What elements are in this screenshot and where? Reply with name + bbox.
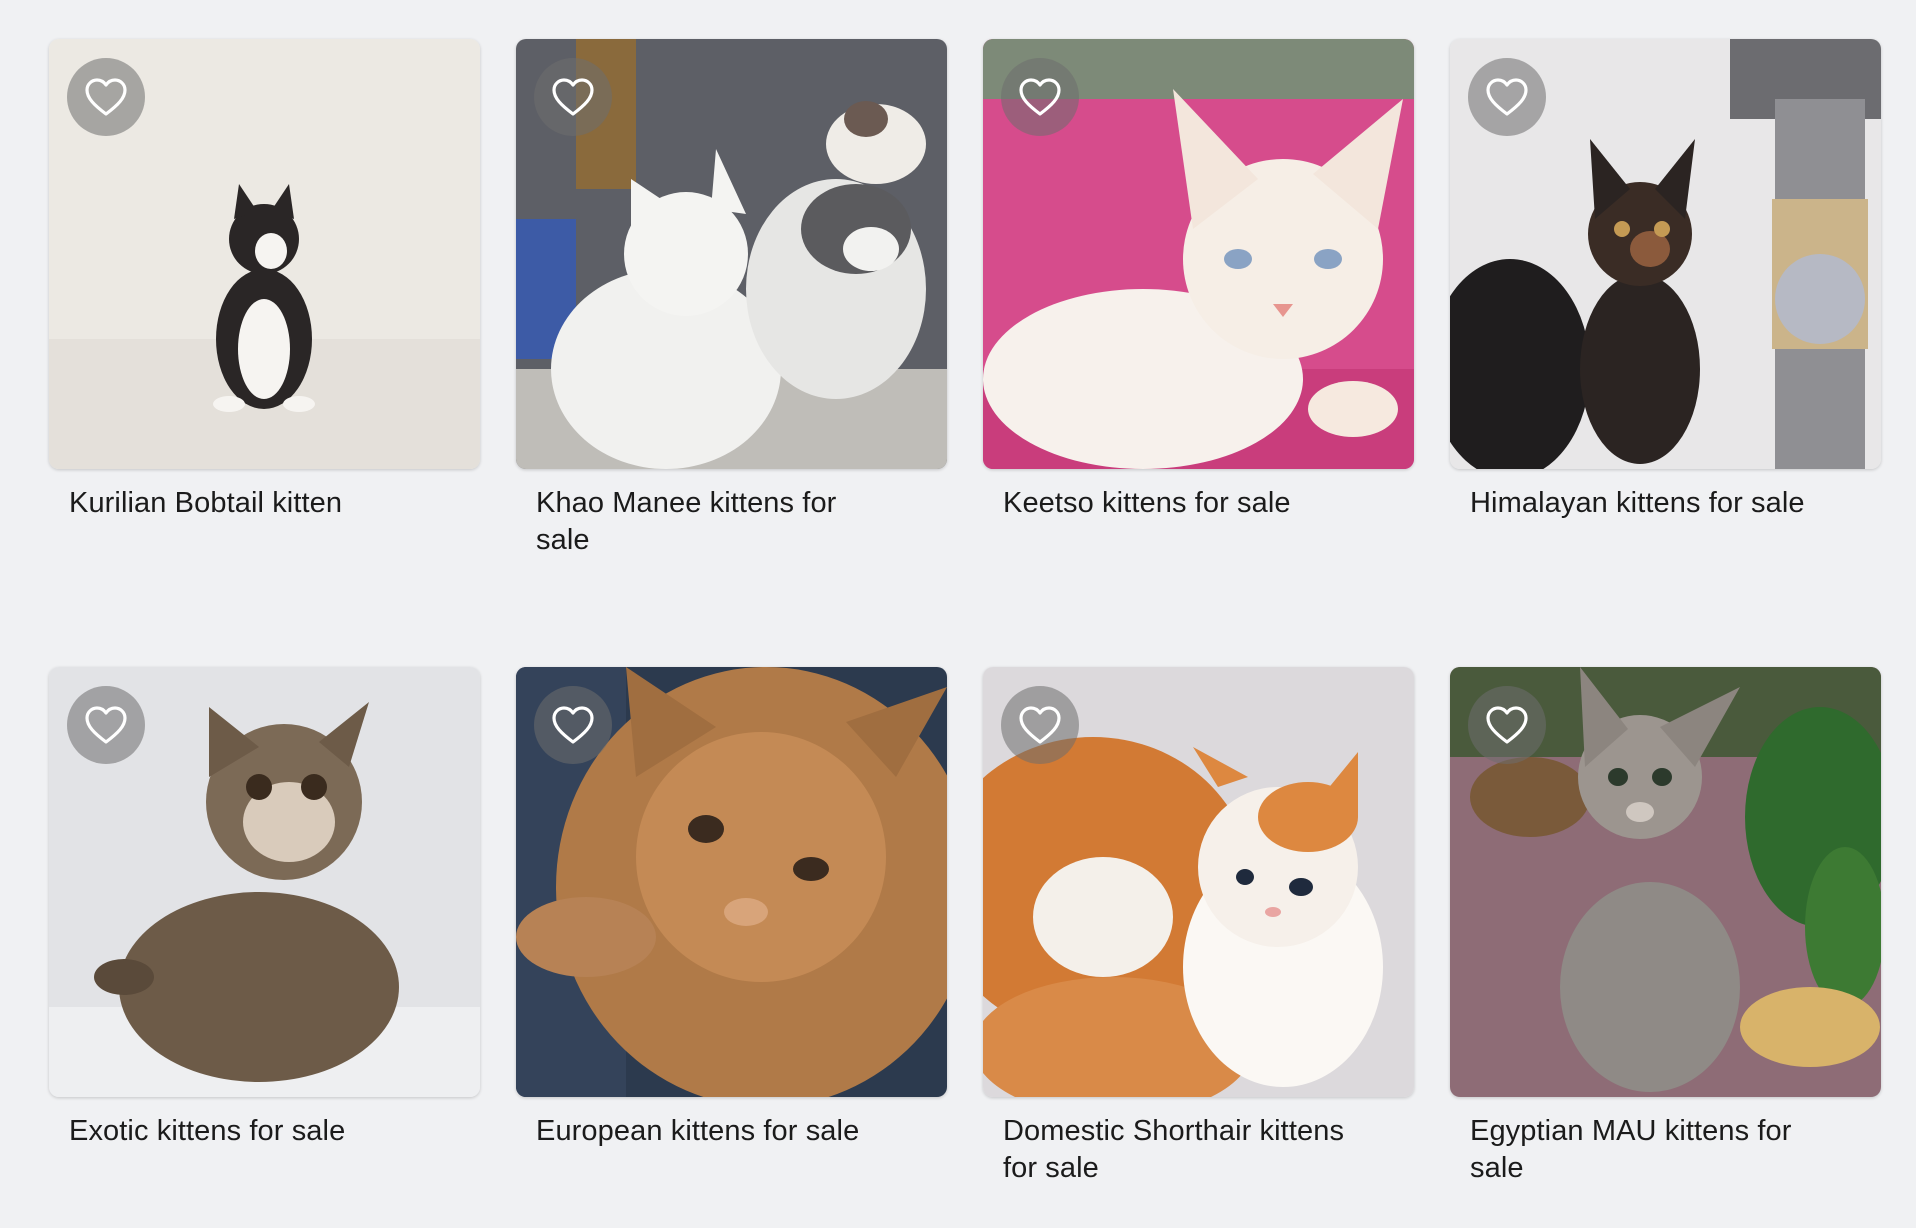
listing-grid: Kurilian Bobtail kitten Khao Manee kitte… [49,39,1885,1227]
favorite-button[interactable] [67,58,145,136]
listing-title[interactable]: Kurilian Bobtail kitten [69,485,429,522]
favorite-button[interactable] [534,686,612,764]
listing-title[interactable]: Keetso kittens for sale [1003,485,1363,522]
listing-photo[interactable] [516,667,947,1097]
favorite-button[interactable] [1468,58,1546,136]
favorite-button[interactable] [67,686,145,764]
listing-photo[interactable] [1450,667,1881,1097]
heart-outline-icon [1486,78,1528,116]
listing-photo[interactable] [516,39,947,469]
listing-title[interactable]: Khao Manee kittens for sale [536,485,896,559]
listing-title[interactable]: Egyptian MAU kittens for sale [1470,1113,1830,1187]
heart-outline-icon [85,78,127,116]
listing-title[interactable]: Domestic Shorthair kittens for sale [1003,1113,1363,1187]
listing-card[interactable]: Domestic Shorthair kittens for sale [983,667,1414,1227]
favorite-button[interactable] [1001,58,1079,136]
heart-outline-icon [1486,706,1528,744]
listing-card[interactable]: Egyptian MAU kittens for sale [1450,667,1881,1227]
favorite-button[interactable] [534,58,612,136]
listing-card[interactable]: Himalayan kittens for sale [1450,39,1881,599]
listing-photo[interactable] [1450,39,1881,469]
favorite-button[interactable] [1001,686,1079,764]
listing-photo[interactable] [49,39,480,469]
listing-card[interactable]: European kittens for sale [516,667,947,1227]
heart-outline-icon [552,706,594,744]
favorite-button[interactable] [1468,686,1546,764]
listing-photo[interactable] [49,667,480,1097]
listing-title[interactable]: Exotic kittens for sale [69,1113,429,1150]
listing-card[interactable]: Keetso kittens for sale [983,39,1414,599]
heart-outline-icon [1019,78,1061,116]
listing-card[interactable]: Kurilian Bobtail kitten [49,39,480,599]
heart-outline-icon [552,78,594,116]
listing-title[interactable]: European kittens for sale [536,1113,896,1150]
listing-title[interactable]: Himalayan kittens for sale [1470,485,1830,522]
heart-outline-icon [85,706,127,744]
listing-card[interactable]: Khao Manee kittens for sale [516,39,947,599]
heart-outline-icon [1019,706,1061,744]
listing-photo[interactable] [983,667,1414,1097]
listing-card[interactable]: Exotic kittens for sale [49,667,480,1227]
listing-photo[interactable] [983,39,1414,469]
